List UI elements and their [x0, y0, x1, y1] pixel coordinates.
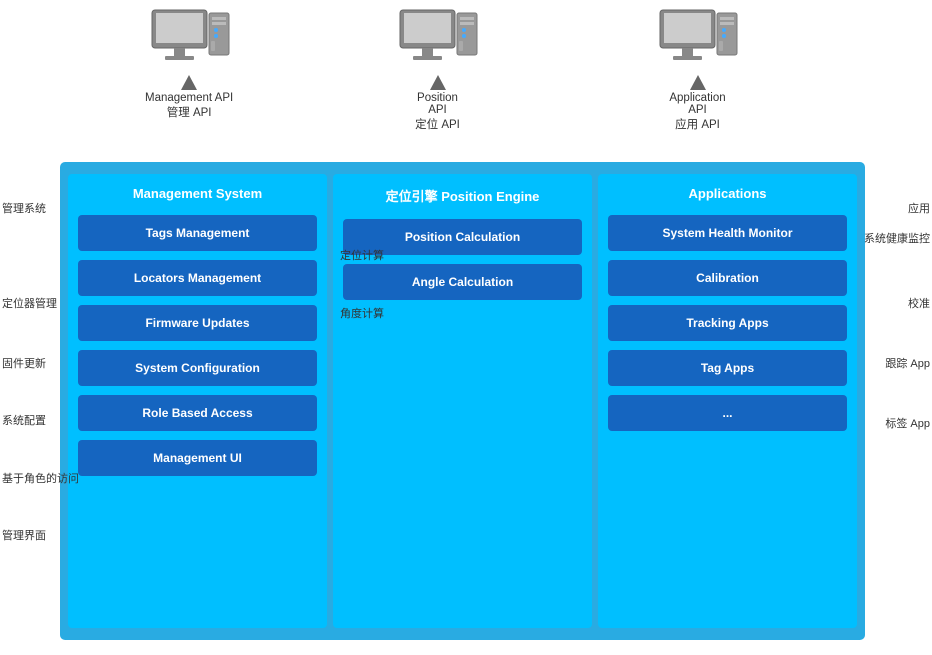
system-config-btn[interactable]: System Configuration — [78, 350, 317, 386]
management-ui-btn[interactable]: Management UI — [78, 440, 317, 476]
mgmt-system-title: Management System — [78, 186, 317, 201]
arch-box: Management System Tags Management Locato… — [60, 162, 865, 640]
label-locators-mgmt: 定位器管理 — [2, 295, 57, 311]
role-based-access-btn[interactable]: Role Based Access — [78, 395, 317, 431]
label-calibration: 校准 — [908, 295, 930, 311]
top-section: Management API 管理 API PositionAPI 定位 API — [0, 0, 932, 165]
tracking-apps-btn[interactable]: Tracking Apps — [608, 305, 847, 341]
mgmt-system-column: Management System Tags Management Locato… — [68, 174, 327, 628]
app-arrow — [690, 75, 706, 90]
firmware-updates-btn[interactable]: Firmware Updates — [78, 305, 317, 341]
pos-computer-group: PositionAPI 定位 API — [395, 8, 480, 132]
applications-column: Applications System Health Monitor Calib… — [598, 174, 857, 628]
app-computer-icon — [655, 8, 740, 73]
label-tag-apps: 标签 App — [885, 415, 930, 431]
pos-computer-icon — [395, 8, 480, 73]
label-pos-calc: 定位计算 — [340, 247, 384, 263]
pos-api-label-en: PositionAPI — [417, 92, 458, 116]
pos-arrow — [430, 75, 446, 90]
mgmt-computer-icon — [147, 8, 232, 73]
calibration-btn[interactable]: Calibration — [608, 260, 847, 296]
mgmt-computer-group: Management API 管理 API — [145, 8, 233, 120]
mgmt-api-label-en: Management API — [145, 92, 233, 104]
mgmt-arrow — [181, 75, 197, 90]
label-right-top: 应用 — [908, 200, 930, 216]
pos-api-label-cn: 定位 API — [415, 116, 460, 132]
middle-outer-labels: 定位计算 角度计算 — [340, 162, 420, 640]
label-tracking: 跟踪 App — [885, 355, 930, 371]
app-api-label-en: ApplicationAPI — [669, 92, 725, 116]
label-health-monitor: 系统健康监控 — [864, 230, 930, 246]
outer-right-labels: 应用 系统健康监控 校准 跟踪 App 标签 App — [862, 162, 932, 640]
outer-left-labels: 管理系统 定位器管理 固件更新 系统配置 基于角色的访问 管理界面 — [0, 162, 62, 640]
app-computer-group: ApplicationAPI 应用 API — [655, 8, 740, 132]
more-apps-btn[interactable]: ... — [608, 395, 847, 431]
main-container: Management API 管理 API PositionAPI 定位 API — [0, 0, 932, 655]
label-mgmt-system: 管理系统 — [2, 200, 46, 216]
mgmt-api-label-cn: 管理 API — [167, 104, 212, 120]
columns-wrapper: Management System Tags Management Locato… — [68, 174, 857, 628]
system-health-btn[interactable]: System Health Monitor — [608, 215, 847, 251]
app-api-label-cn: 应用 API — [675, 116, 720, 132]
locators-management-btn[interactable]: Locators Management — [78, 260, 317, 296]
tags-management-btn[interactable]: Tags Management — [78, 215, 317, 251]
label-firmware: 固件更新 — [2, 355, 46, 371]
applications-title: Applications — [608, 186, 847, 201]
tag-apps-btn[interactable]: Tag Apps — [608, 350, 847, 386]
label-angle-calc: 角度计算 — [340, 305, 384, 321]
label-role-access: 基于角色的访问 — [2, 470, 79, 486]
label-mgmt-ui: 管理界面 — [2, 527, 46, 543]
label-sys-config: 系统配置 — [2, 412, 46, 428]
